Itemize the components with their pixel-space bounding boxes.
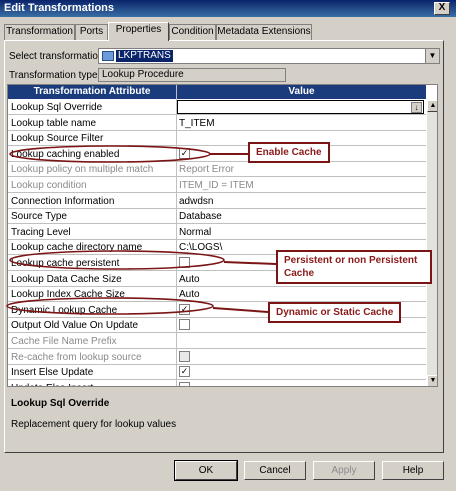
table-row[interactable]: Update Else Insert (8, 381, 426, 386)
tab-transformation[interactable]: Transformation (4, 24, 75, 40)
window-titlebar: Edit Transformations X (0, 0, 456, 17)
table-row[interactable]: Re-cache from lookup source (8, 350, 426, 365)
select-transformation-dropdown[interactable]: LKPTRANS ▼ (98, 48, 440, 64)
attribute-name: Cache File Name Prefix (11, 336, 117, 347)
attribute-checkbox[interactable]: ✓ (179, 366, 190, 378)
table-row[interactable]: Lookup policy on multiple match Report Er… (8, 162, 426, 178)
help-button[interactable]: Help (382, 461, 444, 480)
apply-button[interactable]: Apply (313, 461, 375, 480)
annotation-persistent-cache: Persistent or non Persistent Cache (276, 250, 432, 284)
description-title: Lookup Sql Override (11, 398, 110, 409)
annotation-persistent-line2: Cache (284, 268, 315, 279)
attribute-name: Source Type (11, 211, 67, 223)
attribute-checkbox[interactable]: ✓ (179, 303, 190, 315)
attribute-name: Output Old Value On Update (11, 320, 139, 332)
vertical-scrollbar[interactable]: ▲ ▼ (427, 100, 437, 386)
attribute-checkbox[interactable]: ✓ (179, 147, 190, 159)
attribute-value[interactable]: T_ITEM (179, 117, 424, 130)
attribute-name: Dynamic Lookup Cache (11, 304, 118, 316)
attribute-name: Lookup Source Filter (11, 133, 104, 145)
close-icon: X (438, 2, 446, 13)
tab-ports[interactable]: Ports (75, 24, 108, 40)
attribute-name: Lookup Sql Override (11, 102, 103, 113)
attribute-name: Lookup condition (11, 180, 87, 191)
chevron-down-icon[interactable]: ▼ (425, 49, 439, 63)
table-row[interactable]: Source Type Database (8, 209, 426, 225)
attribute-value[interactable]: Normal (179, 226, 424, 239)
attribute-name: Re-cache from lookup source (11, 351, 142, 363)
attribute-checkbox[interactable] (179, 319, 190, 331)
scroll-up-icon[interactable]: ▲ (427, 100, 437, 112)
attribute-checkbox[interactable] (179, 257, 190, 268)
table-row[interactable]: Lookup Sql Override ↓ (8, 100, 426, 115)
table-row[interactable]: Lookup caching enabled ✓ (8, 147, 426, 162)
attribute-value[interactable]: adwdsn (179, 195, 424, 208)
sql-editor-icon[interactable]: ↓ (411, 102, 422, 113)
table-row[interactable]: Insert Else Update ✓ (8, 365, 426, 381)
attribute-name: Lookup table name (11, 117, 97, 129)
attribute-name: Update Else Insert (11, 382, 175, 386)
ok-button[interactable]: OK (174, 460, 238, 481)
attribute-name: Lookup cache directory name (11, 242, 143, 254)
transformation-type-value: Lookup Procedure (98, 68, 286, 82)
cancel-button[interactable]: Cancel (244, 461, 306, 480)
select-transformation-label: Select transformation: (9, 51, 107, 62)
attribute-value[interactable]: ITEM_ID = ITEM (179, 179, 424, 192)
column-header-attribute[interactable]: Transformation Attribute (8, 85, 176, 99)
table-row[interactable]: Lookup table name T_ITEM (8, 116, 426, 131)
lookup-transformation-icon (102, 51, 114, 61)
attribute-name: Lookup Data Cache Size (11, 273, 122, 285)
attribute-name: Connection Information (11, 195, 115, 207)
select-transformation-value: LKPTRANS (116, 50, 173, 62)
annotation-enable-cache: Enable Cache (248, 142, 330, 163)
attribute-value[interactable]: Auto (179, 288, 424, 301)
description-text: Replacement query for lookup values (11, 419, 177, 430)
attribute-name: Tracing Level (11, 226, 71, 238)
column-header-value[interactable]: Value (177, 85, 426, 99)
scroll-down-icon[interactable]: ▼ (427, 375, 437, 386)
annotation-persistent-line1: Persistent or non Persistent (284, 255, 418, 266)
attribute-value[interactable]: Database (179, 210, 424, 223)
table-row[interactable]: Lookup Source Filter (8, 131, 426, 147)
attribute-checkbox[interactable] (179, 381, 190, 386)
window-title: Edit Transformations (4, 2, 115, 14)
attribute-name: Lookup cache persistent (11, 258, 120, 269)
table-row[interactable]: Lookup Index Cache Size Auto (8, 287, 426, 303)
table-row[interactable]: Lookup condition ITEM_ID = ITEM (8, 178, 426, 193)
attribute-name: Lookup policy on multiple match (11, 164, 154, 176)
table-row[interactable]: Cache File Name Prefix (8, 334, 426, 349)
attribute-name: Lookup caching enabled (11, 148, 120, 160)
table-row[interactable]: Tracing Level Normal (8, 225, 426, 240)
transformation-type-label: Transformation type: (9, 70, 101, 81)
attribute-value[interactable]: Report Error (179, 163, 424, 176)
attribute-name: Insert Else Update (11, 367, 94, 379)
tab-condition[interactable]: Condition (169, 24, 216, 40)
table-row[interactable]: Connection Information adwdsn (8, 194, 426, 209)
close-button[interactable]: X (434, 2, 450, 15)
attribute-checkbox[interactable] (179, 350, 190, 362)
attribute-name: Lookup Index Cache Size (11, 289, 125, 301)
tab-metadata-extensions[interactable]: Metadata Extensions (216, 24, 312, 40)
sql-override-field[interactable]: ↓ (177, 100, 424, 114)
properties-grid: Transformation Attribute Value Lookup Sq… (7, 84, 438, 387)
tab-properties[interactable]: Properties (108, 22, 169, 41)
annotation-dynamic-cache: Dynamic or Static Cache (268, 302, 402, 323)
